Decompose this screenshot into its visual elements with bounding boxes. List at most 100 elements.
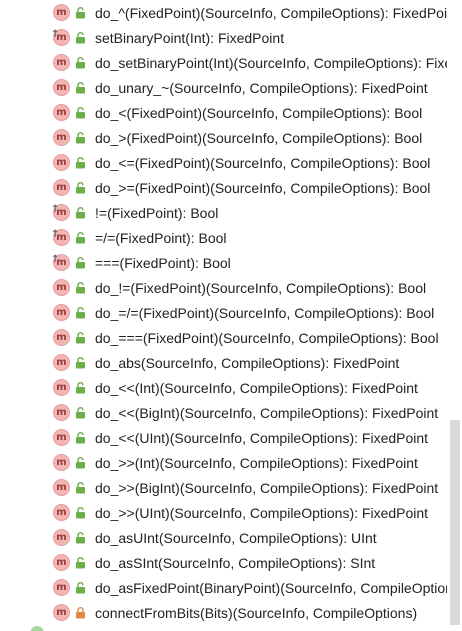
method-icon: m [53,354,70,371]
member-signature: do_===(FixedPoint)(SourceInfo, CompileOp… [95,330,439,346]
member-row[interactable]: m ↑ ===(FixedPoint): Bool [0,250,462,275]
lock-open-icon [75,382,86,394]
lock-open-icon [75,432,86,444]
member-signature: do_<<(UInt)(SourceInfo, CompileOptions):… [95,430,429,446]
member-list: m do_^(FixedPoint)(SourceInfo, CompileOpt… [0,0,462,625]
member-row[interactable]: m do_asUInt(SourceInfo, CompileOptions): … [0,525,462,550]
method-icon: m [53,379,70,396]
method-icon: m [53,4,70,21]
lock-open-icon [75,582,86,594]
override-marker-icon: ↑ [51,204,60,215]
member-row[interactable]: m do_!=(FixedPoint)(SourceInfo, CompileOp… [0,275,462,300]
method-icon: m [53,304,70,321]
member-signature: do_<=(FixedPoint)(SourceInfo, CompileOpt… [95,155,431,171]
lock-open-icon [75,257,86,269]
member-row[interactable]: m ↑ setBinaryPoint(Int): FixedPoint [0,25,462,50]
member-signature: ===(FixedPoint): Bool [95,255,231,271]
member-signature: do_>>(BigInt)(SourceInfo, CompileOptions… [95,480,439,496]
member-signature: do_>(FixedPoint)(SourceInfo, CompileOpti… [95,130,423,146]
method-icon: m [53,404,70,421]
member-signature: do_unary_~(SourceInfo, CompileOptions): … [95,80,428,96]
lock-open-icon [75,7,86,19]
member-signature: do_asFixedPoint(BinaryPoint)(SourceInfo,… [95,580,462,596]
member-row[interactable]: m do_unary_~(SourceInfo, CompileOptions):… [0,75,462,100]
lock-open-icon [75,182,86,194]
member-signature: do_>>(Int)(SourceInfo, CompileOptions): … [95,455,418,471]
member-row[interactable]: m do_<<(BigInt)(SourceInfo, CompileOption… [0,400,462,425]
lock-open-icon [75,32,86,44]
member-row[interactable]: m connectFromBits(Bits)(SourceInfo, Compi… [0,600,462,625]
member-row[interactable]: m do_<<(Int)(SourceInfo, CompileOptions):… [0,375,462,400]
member-signature: !=(FixedPoint): Bool [95,205,219,221]
lock-open-icon [75,482,86,494]
member-row[interactable]: m do_>>(UInt)(SourceInfo, CompileOptions)… [0,500,462,525]
lock-open-icon [75,307,86,319]
member-row[interactable]: m do_abs(SourceInfo, CompileOptions): Fix… [0,350,462,375]
member-row[interactable]: m do_>>(Int)(SourceInfo, CompileOptions):… [0,450,462,475]
method-icon: m [53,504,70,521]
lock-open-icon [75,232,86,244]
method-icon: m [53,429,70,446]
member-signature: setBinaryPoint(Int): FixedPoint [95,30,285,46]
member-row[interactable]: m do_^(FixedPoint)(SourceInfo, CompileOpt… [0,0,462,25]
member-signature: do_abs(SourceInfo, CompileOptions): Fixe… [95,355,400,371]
member-signature: do_setBinaryPoint(Int)(SourceInfo, Compi… [95,55,462,71]
method-icon: m [53,329,70,346]
member-row[interactable]: m do_asFixedPoint(BinaryPoint)(SourceInfo… [0,575,462,600]
lock-open-icon [75,207,86,219]
member-row[interactable]: m do_===(FixedPoint)(SourceInfo, CompileO… [0,325,462,350]
member-row[interactable]: m ↑ !=(FixedPoint): Bool [0,200,462,225]
method-icon: m [53,604,70,621]
member-signature: do_>>(UInt)(SourceInfo, CompileOptions):… [95,505,429,521]
method-icon: m [53,179,70,196]
method-icon: m ↑ [51,204,70,221]
member-row[interactable]: m do_>(FixedPoint)(SourceInfo, CompileOpt… [0,125,462,150]
member-row[interactable]: m do_<=(FixedPoint)(SourceInfo, CompileOp… [0,150,462,175]
lock-open-icon [75,82,86,94]
member-signature: do_<(FixedPoint)(SourceInfo, CompileOpti… [95,105,423,121]
member-signature: =/=(FixedPoint): Bool [95,230,227,246]
override-marker-icon: ↑ [51,229,60,240]
scrollbar-thumb[interactable] [450,420,460,625]
lock-open-icon [75,132,86,144]
lock-open-icon [75,557,86,569]
lock-open-icon [75,107,86,119]
lock-open-icon [75,57,86,69]
member-signature: do_asSInt(SourceInfo, CompileOptions): S… [95,555,376,571]
method-icon: m [53,529,70,546]
member-signature: connectFromBits(Bits)(SourceInfo, Compil… [95,605,418,621]
method-icon: m [53,579,70,596]
member-signature: do_=/=(FixedPoint)(SourceInfo, CompileOp… [95,305,435,321]
member-row[interactable]: m ↑ =/=(FixedPoint): Bool [0,225,462,250]
structure-panel: m do_^(FixedPoint)(SourceInfo, CompileOpt… [0,0,462,631]
method-icon: m [53,279,70,296]
method-icon: m [53,554,70,571]
method-icon: m [53,479,70,496]
member-signature: do_asUInt(SourceInfo, CompileOptions): U… [95,530,377,546]
member-row[interactable]: m do_<<(UInt)(SourceInfo, CompileOptions)… [0,425,462,450]
member-signature: do_<<(BigInt)(SourceInfo, CompileOptions… [95,405,439,421]
member-row[interactable]: m do_<(FixedPoint)(SourceInfo, CompileOpt… [0,100,462,125]
member-signature: do_>=(FixedPoint)(SourceInfo, CompileOpt… [95,180,431,196]
method-icon: m ↑ [51,29,70,46]
member-row[interactable]: m do_asSInt(SourceInfo, CompileOptions): … [0,550,462,575]
member-row[interactable]: m do_>>(BigInt)(SourceInfo, CompileOption… [0,475,462,500]
member-row[interactable]: m do_>=(FixedPoint)(SourceInfo, CompileOp… [0,175,462,200]
method-icon: m [53,154,70,171]
member-row[interactable]: m do_setBinaryPoint(Int)(SourceInfo, Comp… [0,50,462,75]
lock-open-icon [75,157,86,169]
member-signature: do_^(FixedPoint)(SourceInfo, CompileOpti… [95,5,459,21]
method-icon: m ↑ [51,254,70,271]
method-icon: m [53,54,70,71]
lock-open-icon [75,332,86,344]
method-icon: m [53,104,70,121]
lock-closed-icon [75,607,86,619]
lock-open-icon [75,407,86,419]
partial-row-icon [30,626,44,631]
member-row[interactable]: m do_=/=(FixedPoint)(SourceInfo, CompileO… [0,300,462,325]
method-icon: m [53,129,70,146]
member-signature: do_<<(Int)(SourceInfo, CompileOptions): … [95,380,418,396]
lock-open-icon [75,282,86,294]
lock-open-icon [75,507,86,519]
method-icon: m ↑ [51,229,70,246]
